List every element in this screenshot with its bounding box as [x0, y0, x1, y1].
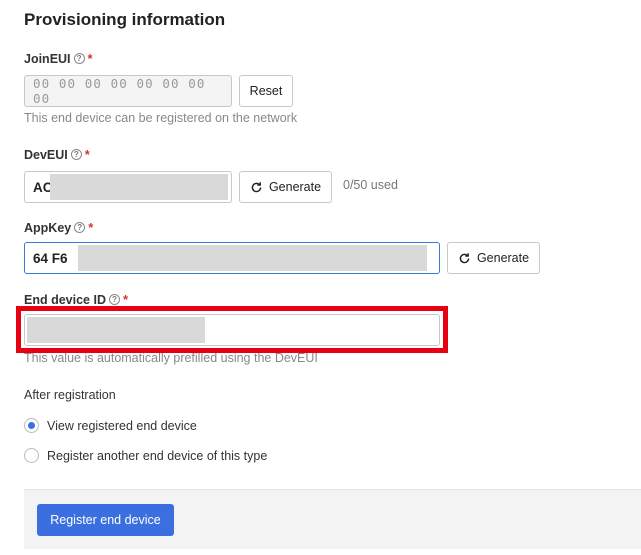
- join-eui-help-text: This end device can be registered on the…: [24, 111, 298, 125]
- join-eui-value: 00 00 00 00 00 00 00 00: [33, 76, 206, 106]
- required-asterisk: *: [87, 51, 93, 66]
- refresh-icon: [459, 252, 470, 263]
- join-eui-input[interactable]: 00 00 00 00 00 00 00 00: [24, 75, 232, 107]
- required-asterisk: *: [84, 147, 90, 162]
- dev-eui-redaction: [50, 174, 228, 200]
- radio-label: Register another end device of this type: [47, 448, 268, 463]
- app-key-value: 64 F6: [33, 250, 68, 266]
- app-key-generate-label: Generate: [476, 251, 530, 265]
- dev-eui-label-row: DevEUI ? *: [24, 147, 90, 162]
- required-asterisk: *: [122, 292, 129, 307]
- app-key-label-row: AppKey ? *: [24, 220, 93, 235]
- required-asterisk: *: [88, 220, 94, 235]
- refresh-icon: [251, 181, 262, 192]
- radio-unselected-icon[interactable]: [24, 448, 39, 463]
- join-eui-label-row: JoinEUI ? *: [24, 51, 93, 66]
- dev-eui-generate-button[interactable]: Generate: [239, 171, 332, 203]
- highlight-annotation-box: [16, 306, 448, 353]
- app-key-redaction: [78, 245, 427, 271]
- app-key-label: AppKey: [24, 220, 72, 235]
- dev-eui-generate-label: Generate: [268, 180, 322, 194]
- dev-eui-label: DevEUI: [24, 147, 68, 162]
- reset-button[interactable]: Reset: [239, 75, 293, 107]
- help-icon[interactable]: ?: [70, 149, 82, 160]
- dev-eui-value: AC: [33, 179, 53, 195]
- end-device-id-label: End device ID: [24, 292, 106, 307]
- help-icon[interactable]: ?: [108, 294, 120, 305]
- help-icon[interactable]: ?: [74, 222, 86, 233]
- end-device-id-label-row: End device ID ? *: [24, 292, 128, 307]
- radio-label: View registered end device: [47, 418, 197, 433]
- help-icon[interactable]: ?: [73, 53, 85, 64]
- radio-selected-icon[interactable]: [24, 418, 39, 433]
- radio-view-registered[interactable]: View registered end device: [24, 418, 197, 433]
- section-title: Provisioning information: [24, 10, 226, 29]
- app-key-generate-button[interactable]: Generate: [447, 242, 540, 274]
- register-end-device-button[interactable]: Register end device: [37, 504, 174, 536]
- end-device-id-help-text: This value is automatically prefilled us…: [24, 351, 318, 365]
- radio-register-another[interactable]: Register another end device of this type: [24, 448, 267, 463]
- dev-eui-counter: 0/50 used: [343, 178, 398, 192]
- after-registration-label: After registration: [24, 388, 116, 402]
- join-eui-label: JoinEUI: [24, 51, 71, 66]
